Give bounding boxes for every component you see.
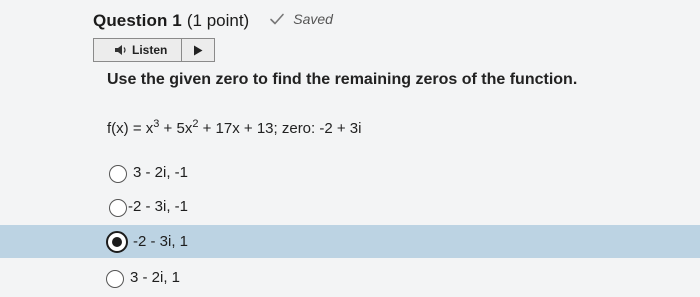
answer-choice-3[interactable]: -2 - 3i, 1 bbox=[0, 225, 700, 258]
equation-rhs: + 17x + 13; zero: -2 + 3i bbox=[198, 120, 362, 137]
equation-lhs: f(x) = x bbox=[107, 120, 154, 137]
saved-label: Saved bbox=[293, 11, 333, 27]
play-icon bbox=[194, 45, 203, 55]
radio-button[interactable] bbox=[109, 165, 127, 183]
answer-choice-2[interactable]: -2 - 3i, -1 bbox=[0, 191, 700, 224]
question-title: Question 1 bbox=[93, 11, 182, 30]
saved-status: Saved bbox=[269, 11, 333, 27]
listen-label: Listen bbox=[132, 43, 168, 57]
choice-label[interactable]: -2 - 3i, 1 bbox=[133, 233, 188, 250]
choice-label[interactable]: 3 - 2i, -1 bbox=[133, 164, 188, 181]
question-prompt: Use the given zero to find the remaining… bbox=[107, 71, 578, 88]
answer-choice-1[interactable]: 3 - 2i, -1 bbox=[0, 157, 700, 190]
check-icon bbox=[270, 13, 285, 25]
choice-label[interactable]: -2 - 3i, -1 bbox=[128, 198, 188, 215]
listen-main[interactable]: Listen bbox=[94, 39, 182, 61]
radio-button[interactable] bbox=[109, 199, 127, 217]
play-button[interactable] bbox=[182, 39, 214, 61]
speaker-icon bbox=[115, 45, 126, 55]
question-points: (1 point) bbox=[186, 11, 250, 30]
function-equation: f(x) = x3 + 5x2 + 17x + 13; zero: -2 + 3… bbox=[107, 118, 361, 137]
radio-selected-dot bbox=[112, 237, 122, 247]
equation-mid: + 5x bbox=[159, 120, 193, 137]
radio-button[interactable] bbox=[106, 270, 124, 288]
answer-choice-4[interactable]: 3 - 2i, 1 bbox=[0, 262, 700, 295]
listen-button[interactable]: Listen bbox=[93, 38, 215, 62]
question-header: Question 1 (1 point) Saved bbox=[93, 11, 333, 31]
choice-label[interactable]: 3 - 2i, 1 bbox=[130, 269, 180, 286]
radio-button-selected[interactable] bbox=[106, 231, 128, 253]
